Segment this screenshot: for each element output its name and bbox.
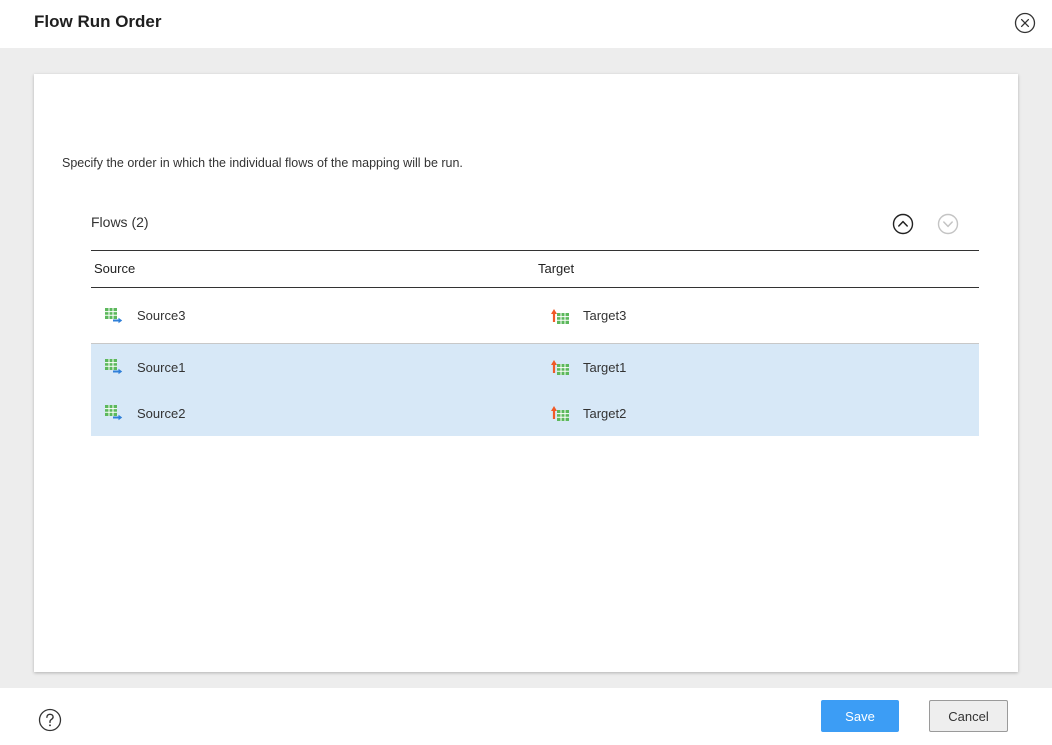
target-name: Target1	[583, 359, 627, 375]
target-name: Target2	[583, 405, 627, 421]
cancel-button[interactable]: Cancel	[929, 700, 1008, 732]
description-text: Specify the order in which the individua…	[62, 156, 463, 170]
target-table-icon	[551, 308, 569, 324]
target-table-icon	[551, 406, 569, 421]
source-cell: Source1	[105, 344, 185, 390]
table-row[interactable]: Source3 Target3	[91, 288, 979, 344]
source-cell: Source2	[105, 390, 185, 436]
column-header-target[interactable]: Target	[538, 261, 574, 276]
flows-panel: Specify the order in which the individua…	[34, 74, 1018, 672]
table-header: Source Target	[91, 250, 979, 288]
move-up-button[interactable]	[892, 213, 914, 235]
dialog-body: Specify the order in which the individua…	[0, 48, 1052, 688]
source-name: Source1	[137, 359, 186, 375]
help-button[interactable]	[38, 708, 62, 732]
dialog-header: Flow Run Order	[0, 0, 1052, 48]
source-name: Source2	[137, 405, 186, 421]
flows-table: Source Target Source3 Target3 Source1 Ta…	[91, 250, 979, 436]
target-table-icon	[551, 360, 569, 375]
chevron-down-circle-icon	[937, 213, 959, 235]
close-button[interactable]	[1014, 12, 1036, 34]
save-button[interactable]: Save	[821, 700, 899, 732]
flows-title: Flows (2)	[91, 214, 149, 230]
close-circle-icon	[1014, 12, 1036, 34]
target-cell: Target2	[551, 390, 626, 436]
move-down-button[interactable]	[937, 213, 959, 235]
help-circle-icon	[38, 708, 62, 732]
table-row[interactable]: Source1 Target1	[91, 344, 979, 390]
source-table-icon	[105, 359, 123, 375]
target-cell: Target3	[551, 288, 626, 343]
source-cell: Source3	[105, 288, 185, 343]
target-cell: Target1	[551, 344, 626, 390]
source-name: Source3	[137, 308, 186, 323]
column-header-source[interactable]: Source	[94, 261, 135, 276]
dialog-title: Flow Run Order	[34, 12, 162, 31]
chevron-up-circle-icon	[892, 213, 914, 235]
table-row[interactable]: Source2 Target2	[91, 390, 979, 436]
source-table-icon	[105, 405, 123, 421]
target-name: Target3	[583, 308, 627, 323]
source-table-icon	[105, 307, 123, 323]
